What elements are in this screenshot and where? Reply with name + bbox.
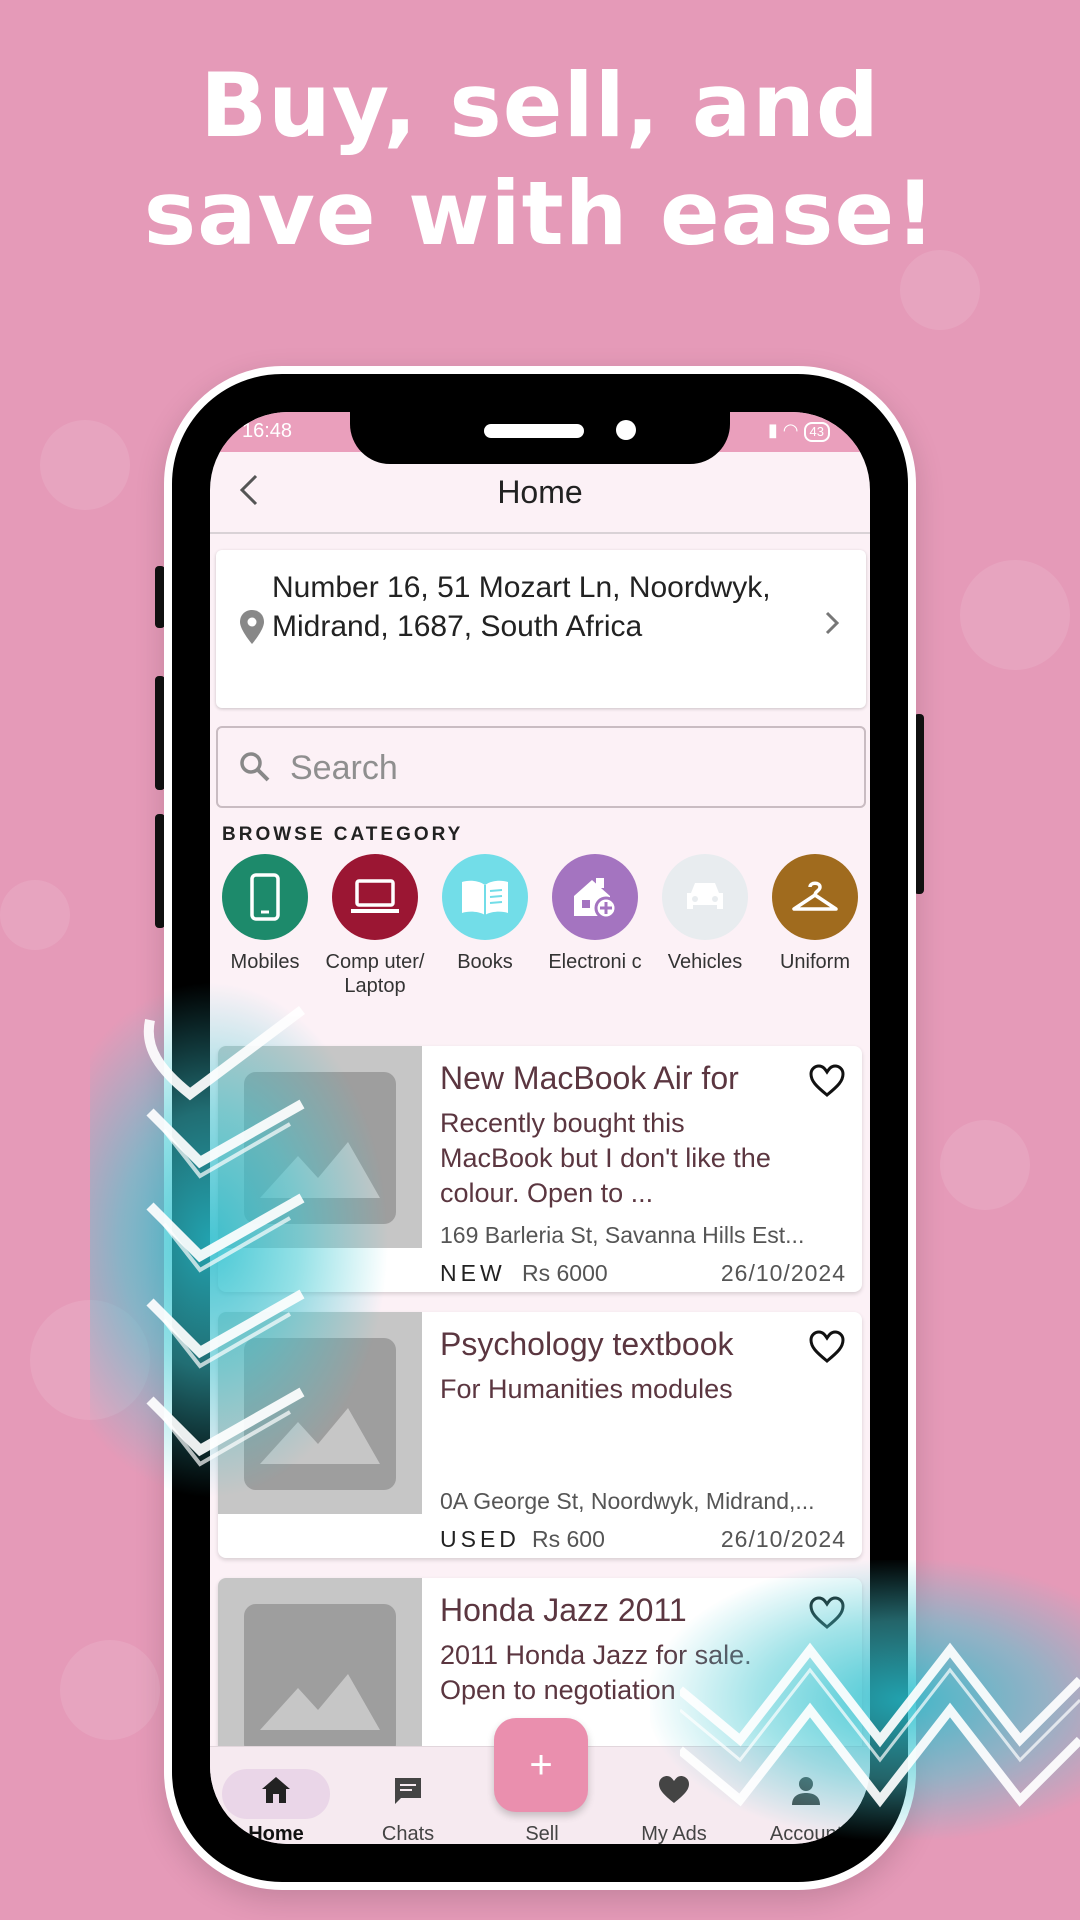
home-icon bbox=[262, 1777, 290, 1803]
address-selector[interactable]: Number 16, 51 Mozart Ln, Noordwyk, Midra… bbox=[216, 550, 866, 708]
nav-label: Chats bbox=[381, 1823, 435, 1844]
image-placeholder-icon bbox=[260, 1142, 380, 1198]
house-plus-icon bbox=[574, 878, 618, 920]
category-label: Comp uter/ Laptop bbox=[325, 951, 425, 997]
background-bokeh bbox=[60, 1640, 160, 1740]
category-label: Uniform bbox=[779, 951, 850, 973]
signal-icon: ▮ bbox=[767, 420, 778, 440]
ad-price: Rs 600 bbox=[532, 1526, 605, 1552]
category-circle bbox=[662, 854, 748, 940]
nav-label: Account bbox=[769, 1823, 843, 1844]
headline-line-2: save with ease! bbox=[143, 162, 937, 265]
category-label: Books bbox=[457, 951, 513, 973]
front-camera bbox=[616, 420, 636, 440]
ad-price: Rs 6000 bbox=[522, 1260, 608, 1286]
category-circle bbox=[772, 854, 858, 940]
heart-icon bbox=[659, 1776, 689, 1803]
favorite-heart-icon[interactable] bbox=[808, 1064, 846, 1098]
speaker-grille bbox=[484, 424, 584, 438]
background-bokeh bbox=[30, 1300, 150, 1420]
ad-title: New MacBook Air for bbox=[440, 1060, 739, 1096]
background-bokeh bbox=[40, 420, 130, 510]
search-box[interactable] bbox=[216, 726, 866, 808]
category-label: Vehicles bbox=[667, 951, 743, 973]
image-placeholder-icon bbox=[260, 1674, 380, 1730]
background-bokeh bbox=[940, 1120, 1030, 1210]
ad-image-placeholder bbox=[218, 1046, 422, 1248]
headline-line-1: Buy, sell, and bbox=[200, 54, 880, 157]
phone-screen: 16:48 ▮ ◠ 43 Home Number 16, 51 Mozart L… bbox=[210, 412, 870, 1844]
category-vehicles[interactable]: Vehicles bbox=[650, 854, 760, 974]
background-bokeh bbox=[0, 880, 70, 950]
book-icon bbox=[462, 880, 508, 915]
chevron-right-icon bbox=[824, 610, 840, 644]
browse-category-heading: BROWSE CATEGORY bbox=[222, 824, 464, 845]
battery-icon: 43 bbox=[803, 422, 830, 442]
nav-account[interactable]: Account bbox=[746, 1747, 866, 1844]
ad-title: Honda Jazz 2011 bbox=[440, 1592, 687, 1628]
category-label: Electroni c bbox=[548, 951, 642, 973]
nav-home[interactable]: Home bbox=[210, 1747, 342, 1844]
category-label: Mobiles bbox=[230, 951, 300, 973]
ad-location: 169 Barleria St, Savanna Hills Est... bbox=[440, 1222, 805, 1248]
ad-description: 2011 Honda Jazz for sale. Open to negoti… bbox=[440, 1640, 752, 1705]
phone-icon bbox=[250, 873, 280, 921]
ad-date: 26/10/2024 bbox=[720, 1260, 846, 1286]
ad-image-placeholder bbox=[218, 1312, 422, 1514]
ad-description: Recently bought this MacBook but I don't… bbox=[440, 1108, 771, 1208]
nav-my-ads[interactable]: My Ads bbox=[614, 1747, 734, 1844]
ad-card[interactable]: New MacBook Air for Recently bought this… bbox=[218, 1046, 862, 1292]
location-pin-icon bbox=[240, 610, 264, 644]
category-computer-laptop[interactable]: Comp uter/ Laptop bbox=[320, 854, 430, 998]
plus-icon: + bbox=[529, 1742, 553, 1787]
ad-condition: NEW bbox=[440, 1260, 506, 1286]
category-electronic[interactable]: Electroni c bbox=[540, 854, 650, 974]
ad-date: 26/10/2024 bbox=[720, 1526, 846, 1552]
nav-label: My Ads bbox=[641, 1823, 707, 1844]
headline: Buy, sell, and save with ease! bbox=[0, 52, 1080, 268]
sell-fab-button[interactable]: + bbox=[494, 1718, 588, 1812]
search-icon bbox=[240, 752, 270, 782]
car-icon bbox=[687, 883, 723, 909]
status-time: 16:48 bbox=[242, 420, 293, 442]
favorite-heart-icon[interactable] bbox=[808, 1596, 846, 1630]
favorite-heart-icon[interactable] bbox=[808, 1330, 846, 1364]
ad-location: 0A George St, Noordwyk, Midrand,... bbox=[440, 1488, 815, 1514]
ad-description: For Humanities modules bbox=[440, 1374, 733, 1404]
page-title: Home bbox=[497, 474, 583, 510]
category-uniform[interactable]: Uniform bbox=[760, 854, 870, 974]
ad-card[interactable]: Psychology textbook For Humanities modul… bbox=[218, 1312, 862, 1558]
ad-title: Psychology textbook bbox=[440, 1326, 734, 1362]
category-list: Mobiles Comp uter/ Laptop Books Electron… bbox=[210, 854, 870, 1034]
phone-notch bbox=[350, 402, 730, 464]
background-bokeh bbox=[960, 560, 1070, 670]
chat-icon bbox=[395, 1778, 421, 1804]
category-circle bbox=[442, 854, 528, 940]
wifi-icon: ◠ bbox=[782, 420, 799, 440]
nav-label: Sell bbox=[525, 1823, 559, 1844]
category-mobiles[interactable]: Mobiles bbox=[210, 854, 320, 974]
laptop-icon bbox=[351, 879, 399, 913]
status-icons: ▮ ◠ 43 bbox=[768, 420, 830, 442]
address-text: Number 16, 51 Mozart Ln, Noordwyk, Midra… bbox=[272, 571, 771, 643]
category-circle bbox=[552, 854, 638, 940]
account-icon bbox=[792, 1777, 820, 1805]
category-circle bbox=[332, 854, 418, 940]
search-input[interactable] bbox=[290, 746, 830, 790]
image-placeholder-icon bbox=[260, 1408, 380, 1464]
category-circle bbox=[222, 854, 308, 940]
ad-condition: USED bbox=[440, 1526, 520, 1552]
hanger-icon bbox=[792, 881, 838, 911]
nav-label: Home bbox=[248, 1823, 304, 1844]
app-bar: Home bbox=[210, 452, 870, 534]
nav-chats[interactable]: Chats bbox=[348, 1747, 468, 1844]
category-books[interactable]: Books bbox=[430, 854, 540, 974]
